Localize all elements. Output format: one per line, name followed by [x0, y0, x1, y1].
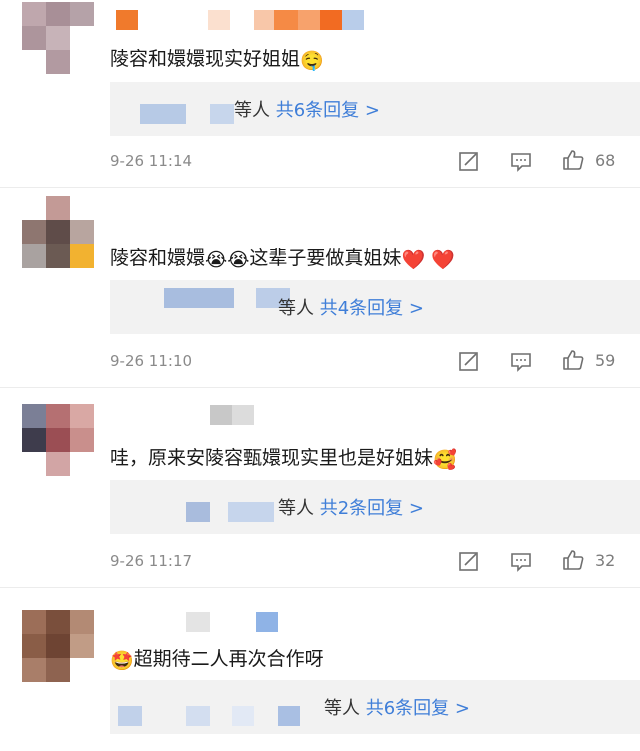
reply-summary[interactable]: 等人 共4条回复 >	[278, 294, 424, 320]
username[interactable]	[186, 612, 278, 632]
heart-emoji-icon: ❤️ ❤️	[401, 249, 455, 271]
excited-emoji-icon: 🤩	[110, 650, 134, 672]
reply-avatar-blur	[118, 706, 142, 726]
divider	[0, 187, 640, 188]
username[interactable]	[116, 10, 364, 30]
comment-icon[interactable]	[510, 350, 532, 372]
comment-body: 哇，原来安陵容甄嬛现实里也是好姐妹	[110, 447, 434, 469]
reply-avatar-blur	[232, 706, 254, 726]
reply-prefix: 等人	[278, 298, 314, 319]
reply-box[interactable]: 等人 共6条回复 >	[110, 680, 640, 734]
share-icon[interactable]	[458, 550, 480, 572]
reply-avatar-blur	[278, 706, 300, 726]
comment-text: 陵容和嬛嬛现实好姐姐🤤	[110, 44, 324, 72]
reply-box[interactable]: 等人 共4条回复 >	[110, 280, 640, 334]
reply-avatar-blur	[210, 104, 234, 124]
reply-prefix: 等人	[234, 100, 270, 121]
like-count: 32	[595, 551, 616, 570]
timestamp: 9-26 11:10	[110, 352, 193, 370]
reply-prefix: 等人	[324, 698, 360, 719]
like-count: 59	[595, 351, 616, 370]
like-count: 68	[595, 151, 616, 170]
reply-box[interactable]: 等人 共6条回复 >	[110, 82, 640, 136]
timestamp: 9-26 11:14	[110, 152, 193, 170]
avatar[interactable]	[22, 2, 94, 74]
timestamp: 9-26 11:17	[110, 552, 193, 570]
reply-avatar-blur	[186, 502, 210, 522]
reply-avatar-blur	[164, 288, 234, 308]
reply-avatar-blur	[228, 502, 274, 522]
comment-icon[interactable]	[510, 550, 532, 572]
smiling-emoji-icon: 🥰	[433, 449, 457, 471]
avatar[interactable]	[22, 196, 94, 268]
reply-summary[interactable]: 等人 共6条回复 >	[324, 694, 470, 720]
thumbs-up-icon[interactable]	[562, 349, 584, 371]
comment-icon[interactable]	[510, 150, 532, 172]
share-icon[interactable]	[458, 350, 480, 372]
thumbs-up-icon[interactable]	[562, 549, 584, 571]
avatar[interactable]	[22, 610, 94, 682]
comment-text: 哇，原来安陵容甄嬛现实里也是好姐妹🥰	[110, 443, 457, 471]
reply-avatar-blur	[186, 706, 210, 726]
reply-summary[interactable]: 等人 共2条回复 >	[278, 494, 424, 520]
reply-avatar-blur	[140, 104, 186, 124]
view-replies-link[interactable]: 共6条回复 >	[276, 100, 380, 121]
divider	[0, 387, 640, 388]
avatar[interactable]	[22, 404, 94, 476]
comment-body: 超期待二人再次合作呀	[133, 648, 324, 670]
view-replies-link[interactable]: 共6条回复 >	[366, 698, 470, 719]
thumbs-up-icon[interactable]	[562, 149, 584, 171]
comment-body: 陵容和嬛嬛现实好姐姐	[110, 48, 301, 70]
comment-body: 陵容和嬛嬛	[110, 247, 206, 269]
crying-emoji-icon: 😭😭	[205, 249, 250, 271]
drool-emoji-icon: 🤤	[300, 50, 324, 72]
share-icon[interactable]	[458, 150, 480, 172]
username[interactable]	[210, 405, 254, 425]
comment-text: 🤩超期待二人再次合作呀	[110, 644, 324, 672]
view-replies-link[interactable]: 共4条回复 >	[320, 298, 424, 319]
reply-box[interactable]: 等人 共2条回复 >	[110, 480, 640, 534]
reply-summary[interactable]: 等人 共6条回复 >	[234, 96, 380, 122]
comment-body-cont: 这辈子要做真姐妹	[249, 247, 402, 269]
divider	[0, 587, 640, 588]
comment-text: 陵容和嬛嬛😭😭这辈子要做真姐妹❤️ ❤️	[110, 243, 455, 271]
view-replies-link[interactable]: 共2条回复 >	[320, 498, 424, 519]
reply-prefix: 等人	[278, 498, 314, 519]
